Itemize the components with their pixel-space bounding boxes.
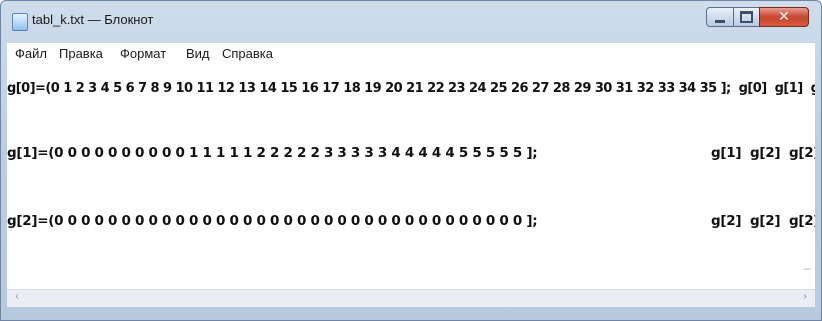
- menu-view[interactable]: Вид: [186, 46, 210, 61]
- menu-edit[interactable]: Правка: [59, 46, 103, 61]
- text-line-1: g[0]=(0 1 2 3 4 5 6 7 8 9 10 11 12 13 14…: [7, 81, 815, 96]
- title-bar[interactable]: tabl_k.txt — Блокнот ✕: [1, 1, 821, 41]
- close-button[interactable]: ✕: [759, 7, 809, 27]
- notepad-icon: [12, 13, 28, 31]
- menu-help[interactable]: Справка: [222, 46, 273, 61]
- text-line-2-tail: g[1] g[2] g[2]: [711, 145, 815, 161]
- scroll-left-arrow-icon[interactable]: ‹: [9, 291, 25, 305]
- text-line-2: g[1]=(0 0 0 0 0 0 0 0 0 0 1 1 1 1 1 2 2 …: [7, 145, 538, 161]
- close-icon: ✕: [778, 9, 790, 25]
- menu-format[interactable]: Формат: [120, 46, 166, 61]
- window-title: tabl_k.txt — Блокнот: [32, 12, 154, 27]
- vertical-scroll-indicator[interactable]: –: [801, 261, 813, 289]
- menu-bar: Файл Правка Формат Вид Справка: [7, 43, 815, 66]
- maximize-button[interactable]: [733, 7, 760, 27]
- maximize-icon: [740, 11, 753, 23]
- text-line-3-tail: g[2] g[2] g[2]: [711, 213, 815, 229]
- minimize-icon: [715, 19, 725, 23]
- horizontal-scrollbar[interactable]: ‹ ›: [7, 289, 815, 307]
- text-editor-area[interactable]: g[0]=(0 1 2 3 4 5 6 7 8 9 10 11 12 13 14…: [7, 65, 815, 289]
- minimize-button[interactable]: [706, 7, 734, 27]
- notepad-window: tabl_k.txt — Блокнот ✕ Файл Правка Форма…: [0, 0, 822, 321]
- menu-file[interactable]: Файл: [15, 46, 47, 61]
- text-line-3: g[2]=(0 0 0 0 0 0 0 0 0 0 0 0 0 0 0 0 0 …: [7, 213, 538, 229]
- scroll-right-arrow-icon[interactable]: ›: [797, 291, 813, 305]
